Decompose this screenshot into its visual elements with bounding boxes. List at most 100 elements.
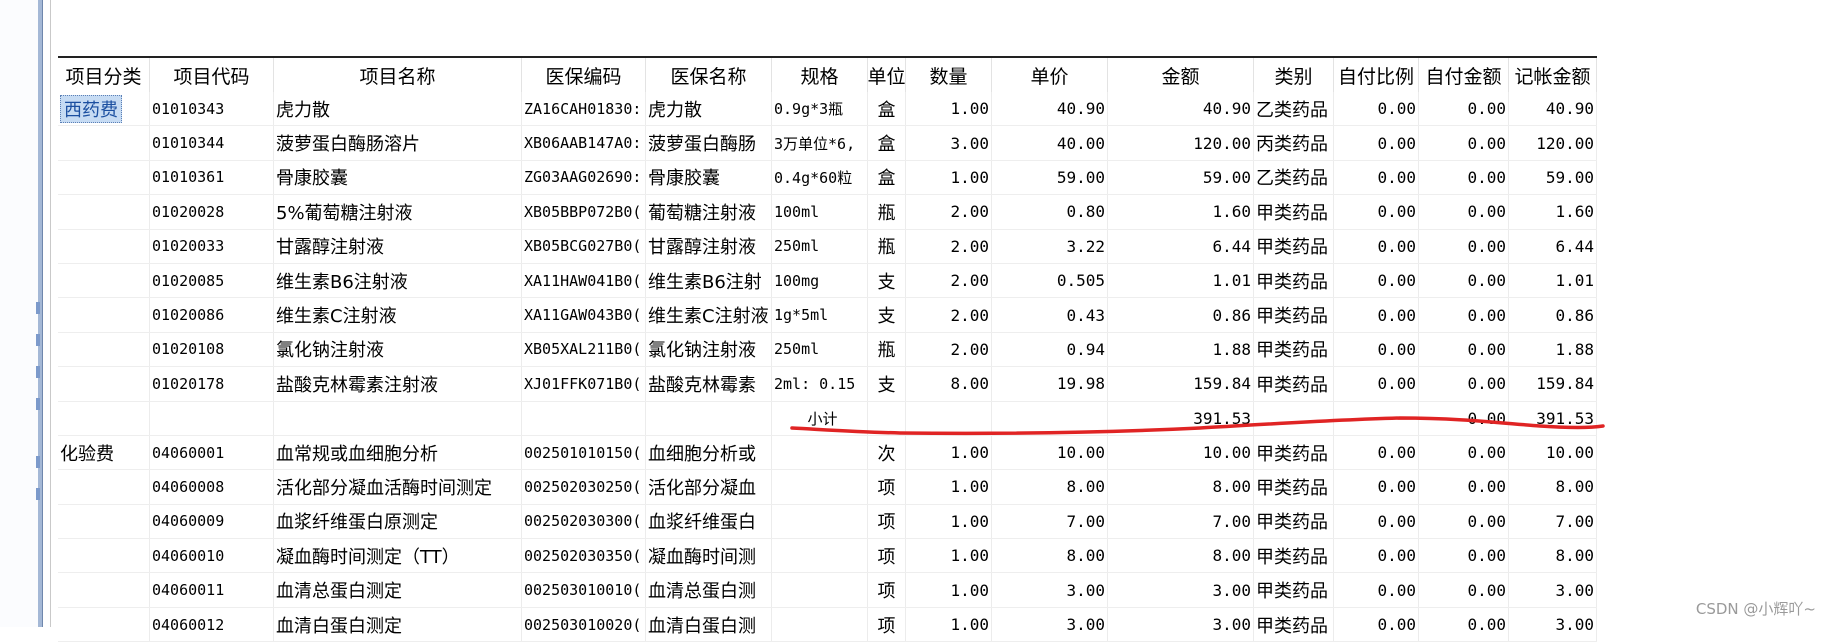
cell-self-pay-ratio[interactable]: 0.00: [1334, 607, 1419, 642]
cell-self-pay-amount[interactable]: 0.00: [1419, 435, 1509, 470]
cell-account-amount[interactable]: 6.44: [1509, 229, 1597, 263]
cell-unit-price[interactable]: 19.98: [992, 367, 1108, 401]
cell-name[interactable]: 血浆纤维蛋白原测定: [274, 504, 522, 539]
cell-unit[interactable]: 盒: [868, 160, 906, 195]
cell-self-pay-amount[interactable]: 0.00: [1419, 298, 1509, 332]
cell-self-pay-ratio[interactable]: 0.00: [1334, 160, 1419, 195]
cell-account-amount[interactable]: 1.01: [1509, 263, 1597, 298]
col-header-quantity[interactable]: 数量: [906, 58, 992, 92]
cell-insurance-code[interactable]: ZA16CAH01830:: [522, 92, 646, 126]
cell-code[interactable]: 01020086: [150, 298, 274, 332]
cell-amount[interactable]: 3.00: [1108, 573, 1254, 607]
cell-category[interactable]: [58, 367, 150, 401]
cell-amount[interactable]: 1.88: [1108, 332, 1254, 367]
cell-unit[interactable]: 项: [868, 539, 906, 573]
cell-spec[interactable]: 250ml: [772, 229, 868, 263]
cell-quantity[interactable]: 2.00: [906, 332, 992, 367]
cell-quantity[interactable]: 8.00: [906, 367, 992, 401]
cell-amount[interactable]: 1.01: [1108, 263, 1254, 298]
cell-class[interactable]: 甲类药品: [1254, 504, 1334, 539]
cell-account-amount[interactable]: 1.88: [1509, 332, 1597, 367]
cell-spec[interactable]: [772, 435, 868, 470]
cell-unit[interactable]: 项: [868, 573, 906, 607]
cell-insurance-name[interactable]: 活化部分凝血: [646, 470, 772, 504]
col-header-insurance-code[interactable]: 医保编码: [522, 58, 646, 92]
cell-insurance-code[interactable]: 002502030300(: [522, 504, 646, 539]
table-row[interactable]: 01020108 氯化钠注射液 XB05XAL211B0(氯化钠注射液 250ml 瓶 2…: [58, 332, 1597, 368]
cell-self-pay-amount[interactable]: 0.00: [1419, 126, 1509, 160]
cell-amount[interactable]: 7.00: [1108, 504, 1254, 539]
cell-category[interactable]: [58, 160, 150, 195]
cell-class[interactable]: [1254, 401, 1334, 435]
cell-self-pay-ratio[interactable]: 0.00: [1334, 126, 1419, 160]
cell-name[interactable]: 骨康胶囊: [274, 160, 522, 195]
cell-name[interactable]: 5%葡萄糖注射液: [274, 195, 522, 229]
cell-account-amount[interactable]: 7.00: [1509, 504, 1597, 539]
cell-account-amount[interactable]: 3.00: [1509, 607, 1597, 642]
table-row[interactable]: 04060009 血浆纤维蛋白原测定 002502030300(血浆纤维蛋白 项 1.0…: [58, 504, 1597, 540]
cell-class[interactable]: 甲类药品: [1254, 229, 1334, 263]
cell-code[interactable]: [150, 401, 274, 435]
cell-insurance-name[interactable]: 虎力散: [646, 92, 772, 126]
cell-unit[interactable]: 盒: [868, 126, 906, 160]
cell-self-pay-amount[interactable]: 0.00: [1419, 229, 1509, 263]
subtotal-row[interactable]: 小计 391.53 0.00 391.53: [58, 401, 1597, 436]
cell-self-pay-amount[interactable]: 0.00: [1419, 504, 1509, 539]
cell-unit[interactable]: 支: [868, 367, 906, 401]
cell-category[interactable]: [58, 573, 150, 607]
cell-insurance-name[interactable]: 菠萝蛋白酶肠: [646, 126, 772, 160]
cell-name[interactable]: 菠萝蛋白酶肠溶片: [274, 126, 522, 160]
col-header-class[interactable]: 类别: [1254, 58, 1334, 92]
cell-class[interactable]: 甲类药品: [1254, 263, 1334, 298]
cell-self-pay-ratio[interactable]: 0.00: [1334, 367, 1419, 401]
cell-self-pay-ratio[interactable]: [1334, 401, 1419, 435]
cell-account-amount[interactable]: 159.84: [1509, 367, 1597, 401]
cell-insurance-code[interactable]: XA11HAW041B0(: [522, 263, 646, 298]
cell-self-pay-ratio[interactable]: 0.00: [1334, 539, 1419, 573]
cell-insurance-code[interactable]: XB06AAB147A0:: [522, 126, 646, 160]
cell-code[interactable]: 04060011: [150, 573, 274, 607]
cell-self-pay-ratio[interactable]: 0.00: [1334, 470, 1419, 504]
cell-insurance-name[interactable]: 血细胞分析或: [646, 435, 772, 470]
cell-unit-price[interactable]: 40.00: [992, 126, 1108, 160]
cell-insurance-name[interactable]: [646, 401, 772, 435]
cell-spec[interactable]: 250ml: [772, 332, 868, 367]
cell-self-pay-amount[interactable]: 0.00: [1419, 573, 1509, 607]
cell-amount[interactable]: 120.00: [1108, 126, 1254, 160]
col-header-insurance-name[interactable]: 医保名称: [646, 58, 772, 92]
cell-name[interactable]: 活化部分凝血活酶时间测定: [274, 470, 522, 504]
cell-self-pay-amount[interactable]: 0.00: [1419, 607, 1509, 642]
cell-self-pay-amount[interactable]: 0.00: [1419, 539, 1509, 573]
cell-category[interactable]: [58, 195, 150, 229]
table-row[interactable]: 04060010 凝血酶时间测定（TT） 002502030350(凝血酶时间测 项 1…: [58, 539, 1597, 574]
cell-insurance-code[interactable]: XB05BCG027B0(: [522, 229, 646, 263]
table-row[interactable]: 化验费 04060001 血常规或血细胞分析 002501010150(血细胞分析或 次…: [58, 435, 1597, 471]
subtotal-label[interactable]: 小计: [772, 401, 868, 435]
cell-account-amount[interactable]: 120.00: [1509, 126, 1597, 160]
cell-amount[interactable]: 59.00: [1108, 160, 1254, 195]
col-header-self-pay-amount[interactable]: 自付金额: [1419, 58, 1509, 92]
cell-quantity[interactable]: [906, 401, 992, 435]
cell-class[interactable]: 甲类药品: [1254, 195, 1334, 229]
cell-spec[interactable]: 0.4g*60粒: [772, 160, 868, 195]
cell-name[interactable]: 血常规或血细胞分析: [274, 435, 522, 470]
cell-unit[interactable]: 瓶: [868, 195, 906, 229]
cell-class[interactable]: 甲类药品: [1254, 607, 1334, 642]
cell-self-pay-ratio[interactable]: 0.00: [1334, 263, 1419, 298]
cell-account-amount[interactable]: 40.90: [1509, 92, 1597, 126]
cell-quantity[interactable]: 1.00: [906, 573, 992, 607]
cell-category[interactable]: [58, 607, 150, 642]
cell-unit-price[interactable]: 3.22: [992, 229, 1108, 263]
cell-name[interactable]: 血清总蛋白测定: [274, 573, 522, 607]
cell-insurance-name[interactable]: 骨康胶囊: [646, 160, 772, 195]
cell-class[interactable]: 甲类药品: [1254, 367, 1334, 401]
cell-self-pay-ratio[interactable]: 0.00: [1334, 332, 1419, 367]
cell-class[interactable]: 甲类药品: [1254, 470, 1334, 504]
cell-self-pay-amount[interactable]: 0.00: [1419, 332, 1509, 367]
cell-self-pay-amount[interactable]: 0.00: [1419, 195, 1509, 229]
cell-name[interactable]: 血清白蛋白测定: [274, 607, 522, 642]
cell-self-pay-ratio[interactable]: 0.00: [1334, 229, 1419, 263]
cell-insurance-code[interactable]: XB05BBP072B0(: [522, 195, 646, 229]
cell-spec[interactable]: [772, 470, 868, 504]
cell-unit-price[interactable]: 3.00: [992, 607, 1108, 642]
